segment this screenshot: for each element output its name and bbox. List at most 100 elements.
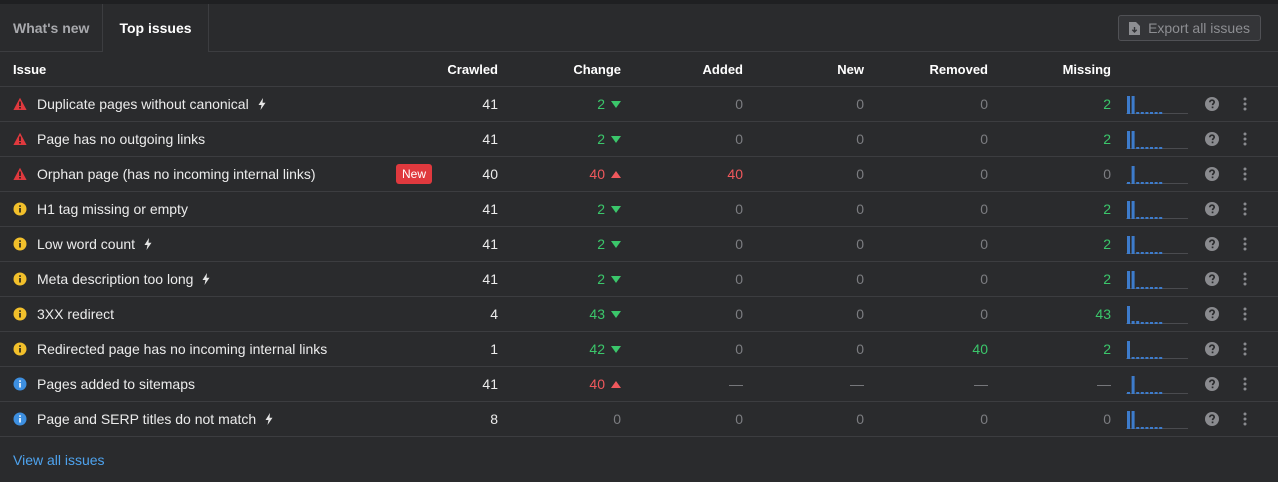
missing-cell[interactable]: 43	[1095, 297, 1111, 331]
issue-cell[interactable]: H1 tag missing or empty	[13, 192, 433, 226]
crawled-cell[interactable]: 41	[482, 262, 498, 296]
help-question-icon[interactable]	[1205, 97, 1219, 111]
removed-cell[interactable]: 0	[980, 192, 988, 226]
help-cell[interactable]	[1204, 262, 1220, 296]
table-row[interactable]: Page and SERP titles do not match 8 0 0 0 0 0	[0, 402, 1278, 437]
help-question-icon[interactable]	[1205, 202, 1219, 216]
added-cell[interactable]: —	[729, 367, 743, 401]
table-row[interactable]: Redirected page has no incoming internal…	[0, 332, 1278, 367]
column-header-crawled[interactable]: Crawled	[447, 52, 498, 86]
added-cell[interactable]: 0	[735, 192, 743, 226]
removed-cell[interactable]: 0	[980, 402, 988, 436]
more-vertical-icon[interactable]	[1243, 237, 1247, 251]
added-cell[interactable]: 40	[727, 157, 743, 191]
missing-cell[interactable]: 2	[1103, 262, 1111, 296]
help-question-icon[interactable]	[1205, 307, 1219, 321]
issue-name[interactable]: Page has no outgoing links	[37, 131, 205, 147]
more-vertical-icon[interactable]	[1243, 272, 1247, 286]
removed-cell[interactable]: 0	[980, 122, 988, 156]
more-vertical-icon[interactable]	[1243, 307, 1247, 321]
issue-cell[interactable]: Page and SERP titles do not match	[13, 402, 433, 436]
missing-cell[interactable]: 2	[1103, 227, 1111, 261]
help-question-icon[interactable]	[1205, 237, 1219, 251]
row-menu-cell[interactable]	[1240, 297, 1250, 331]
row-menu-cell[interactable]	[1240, 87, 1250, 121]
added-cell[interactable]: 0	[735, 262, 743, 296]
table-row[interactable]: 3XX redirect 4 43 0 0 0 43	[0, 297, 1278, 332]
issue-cell[interactable]: Page has no outgoing links	[13, 122, 433, 156]
issue-name[interactable]: 3XX redirect	[37, 306, 114, 322]
issue-name[interactable]: H1 tag missing or empty	[37, 201, 188, 217]
column-header-change[interactable]: Change	[573, 52, 621, 86]
help-cell[interactable]	[1204, 332, 1220, 366]
missing-cell[interactable]: 2	[1103, 192, 1111, 226]
added-cell[interactable]: 0	[735, 87, 743, 121]
missing-cell[interactable]: 0	[1103, 402, 1111, 436]
missing-cell[interactable]: 2	[1103, 87, 1111, 121]
help-question-icon[interactable]	[1205, 342, 1219, 356]
new-cell[interactable]: 0	[856, 402, 864, 436]
help-question-icon[interactable]	[1205, 132, 1219, 146]
help-question-icon[interactable]	[1205, 272, 1219, 286]
row-menu-cell[interactable]	[1240, 402, 1250, 436]
removed-cell[interactable]: —	[974, 367, 988, 401]
added-cell[interactable]: 0	[735, 122, 743, 156]
missing-cell[interactable]: 2	[1103, 332, 1111, 366]
view-all-issues-link[interactable]: View all issues	[13, 452, 105, 468]
column-header-missing[interactable]: Missing	[1063, 52, 1111, 86]
more-vertical-icon[interactable]	[1243, 132, 1247, 146]
row-menu-cell[interactable]	[1240, 122, 1250, 156]
missing-cell[interactable]: 0	[1103, 157, 1111, 191]
crawled-cell[interactable]: 41	[482, 192, 498, 226]
issue-cell[interactable]: 3XX redirect	[13, 297, 433, 331]
removed-cell[interactable]: 0	[980, 157, 988, 191]
more-vertical-icon[interactable]	[1243, 202, 1247, 216]
added-cell[interactable]: 0	[735, 402, 743, 436]
more-vertical-icon[interactable]	[1243, 97, 1247, 111]
removed-cell[interactable]: 0	[980, 227, 988, 261]
missing-cell[interactable]: 2	[1103, 122, 1111, 156]
help-cell[interactable]	[1204, 87, 1220, 121]
removed-cell[interactable]: 0	[980, 262, 988, 296]
row-menu-cell[interactable]	[1240, 262, 1250, 296]
issue-name[interactable]: Orphan page (has no incoming internal li…	[37, 166, 316, 182]
more-vertical-icon[interactable]	[1243, 412, 1247, 426]
help-cell[interactable]	[1204, 367, 1220, 401]
table-row[interactable]: Page has no outgoing links 41 2 0 0 0 2	[0, 122, 1278, 157]
export-all-issues-button[interactable]: Export all issues	[1118, 15, 1261, 41]
help-question-icon[interactable]	[1205, 167, 1219, 181]
issue-cell[interactable]: Pages added to sitemaps	[13, 367, 433, 401]
row-menu-cell[interactable]	[1240, 332, 1250, 366]
new-cell[interactable]: 0	[856, 87, 864, 121]
more-vertical-icon[interactable]	[1243, 167, 1247, 181]
table-row[interactable]: Orphan page (has no incoming internal li…	[0, 157, 1278, 192]
issue-cell[interactable]: Orphan page (has no incoming internal li…	[13, 157, 433, 191]
new-cell[interactable]: 0	[856, 262, 864, 296]
added-cell[interactable]: 0	[735, 332, 743, 366]
help-cell[interactable]	[1204, 402, 1220, 436]
help-cell[interactable]	[1204, 157, 1220, 191]
row-menu-cell[interactable]	[1240, 227, 1250, 261]
column-header-added[interactable]: Added	[703, 52, 743, 86]
removed-cell[interactable]: 0	[980, 297, 988, 331]
table-row[interactable]: Duplicate pages without canonical 41 2 0 0 0 2	[0, 87, 1278, 122]
help-cell[interactable]	[1204, 122, 1220, 156]
tab-top-issues[interactable]: Top issues	[102, 4, 209, 52]
help-question-icon[interactable]	[1205, 412, 1219, 426]
help-cell[interactable]	[1204, 227, 1220, 261]
column-header-new[interactable]: New	[837, 52, 864, 86]
crawled-cell[interactable]: 4	[490, 297, 498, 331]
issue-name[interactable]: Low word count	[37, 236, 135, 252]
new-cell[interactable]: 0	[856, 122, 864, 156]
table-row[interactable]: Pages added to sitemaps 41 40 — — — —	[0, 367, 1278, 402]
added-cell[interactable]: 0	[735, 227, 743, 261]
missing-cell[interactable]: —	[1097, 367, 1111, 401]
crawled-cell[interactable]: 41	[482, 122, 498, 156]
added-cell[interactable]: 0	[735, 297, 743, 331]
crawled-cell[interactable]: 41	[482, 367, 498, 401]
more-vertical-icon[interactable]	[1243, 342, 1247, 356]
issue-cell[interactable]: Low word count	[13, 227, 433, 261]
row-menu-cell[interactable]	[1240, 367, 1250, 401]
issue-name[interactable]: Redirected page has no incoming internal…	[37, 341, 327, 357]
issue-name[interactable]: Pages added to sitemaps	[37, 376, 195, 392]
